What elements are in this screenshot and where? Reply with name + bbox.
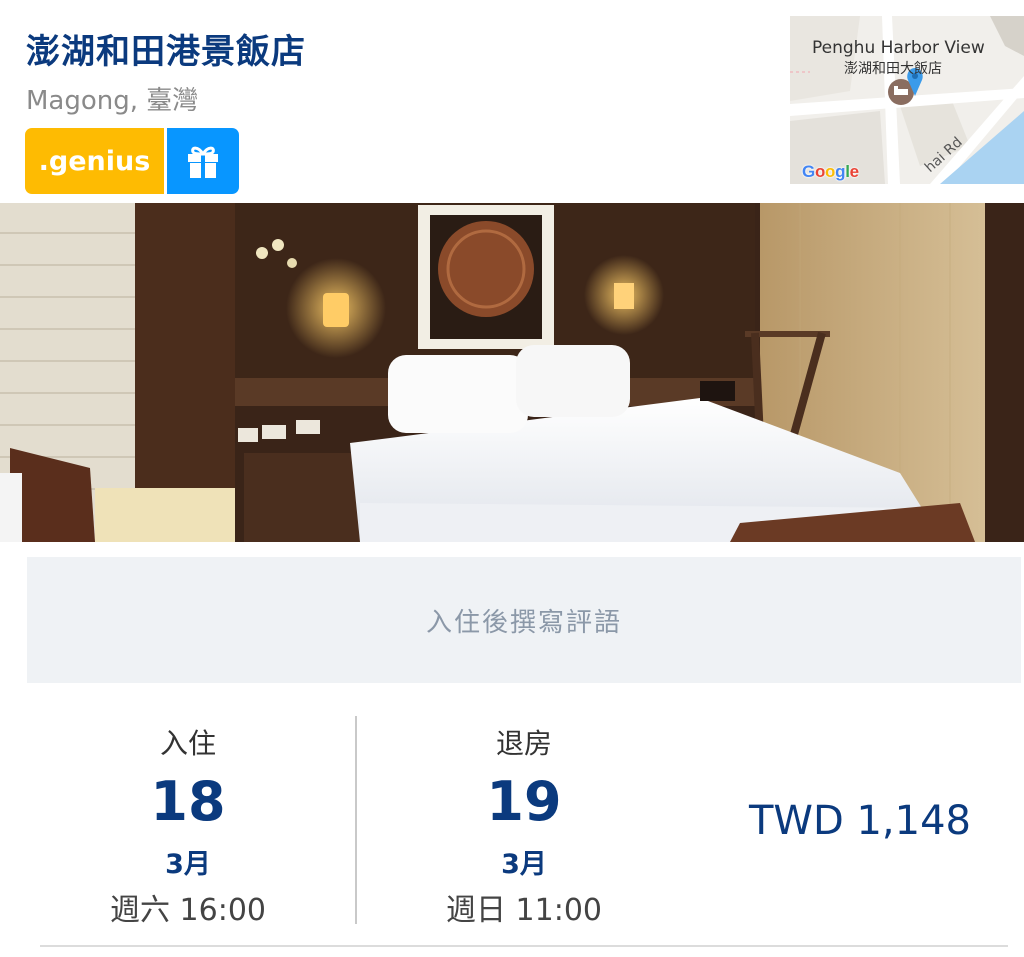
hotel-room-photo[interactable] (0, 203, 1024, 542)
hotel-name[interactable]: 澎湖和田港景飯店 (26, 24, 306, 73)
checkout-month: 3月 (501, 849, 547, 880)
google-logo: Google (802, 162, 859, 181)
stay-dates: 入住 18 3月 週六 16:00 退房 19 3月 週日 11:00 TWD … (0, 700, 1024, 940)
map-label-en: Penghu Harbor View (812, 38, 985, 58)
gift-icon (188, 146, 218, 178)
genius-badge[interactable]: .genius (25, 128, 164, 194)
map-label-zh: 澎湖和田大飯店 (844, 61, 942, 77)
genius-label: .genius (38, 145, 151, 177)
checkout-day: 19 (486, 770, 562, 833)
checkout-time: 週日 11:00 (446, 893, 602, 928)
hotel-header: 澎湖和田港景飯店 Magong, 臺灣 .genius Penghu Harbo… (0, 0, 1024, 205)
booking-price: TWD 1,148 (748, 798, 971, 844)
checkin-time: 週六 16:00 (110, 893, 266, 928)
location-map[interactable]: Penghu Harbor View 澎湖和田大飯店 hai Rd Google (790, 16, 1024, 184)
hotel-location: Magong, 臺灣 (26, 86, 199, 116)
checkin-day: 18 (150, 770, 226, 833)
write-review-text: 入住後撰寫評語 (425, 607, 622, 638)
bottom-divider (40, 945, 1008, 947)
badges: .genius (25, 128, 239, 194)
write-review-box[interactable]: 入住後撰寫評語 (27, 557, 1021, 683)
dates-divider (355, 716, 357, 924)
checkin-month: 3月 (165, 849, 211, 880)
checkout-label: 退房 (495, 727, 552, 760)
gift-badge[interactable] (167, 128, 239, 194)
checkin-label: 入住 (159, 727, 216, 760)
